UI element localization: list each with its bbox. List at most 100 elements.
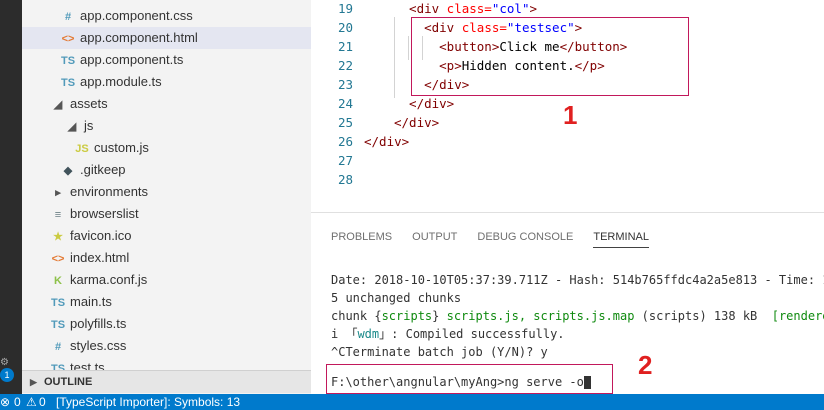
sidebar-item-label: app.module.ts: [80, 74, 162, 89]
sidebar-item[interactable]: TS polyfills.ts: [22, 313, 311, 335]
javascript-icon: JS: [75, 143, 89, 155]
html-icon: <>: [51, 253, 65, 265]
error-icon[interactable]: ⊗: [0, 394, 10, 410]
code-content: </div>: [394, 96, 455, 111]
terminal-text: (scripts) 138 kB: [634, 309, 772, 323]
karma-icon: K: [54, 275, 62, 287]
sidebar-item[interactable]: ◢ js: [22, 115, 311, 137]
sidebar-item-label: app.component.html: [80, 30, 198, 45]
code-line: 26 </div>: [311, 132, 824, 151]
sidebar-item-label: favicon.ico: [70, 228, 132, 243]
sidebar-item-label: main.ts: [70, 294, 112, 309]
sidebar-item-label: polyfills.ts: [70, 316, 127, 331]
tab-output[interactable]: OUTPUT: [412, 231, 457, 247]
code-content: </div>: [394, 115, 440, 130]
terminal-text: [rendered]: [771, 309, 824, 323]
typescript-icon: TS: [50, 297, 66, 309]
notification-badge: 1: [0, 368, 14, 382]
line-number: 23: [337, 77, 353, 92]
code-line: 19 <div class="col">: [311, 0, 824, 18]
status-bar: ⊗ 0 ⚠ 0 [TypeScript Importer]: Symbols: …: [0, 394, 824, 410]
indent-guide: [408, 36, 409, 60]
sidebar-item-label: environments: [70, 184, 149, 199]
terminal-text: wdm: [357, 327, 380, 341]
sidebar-item[interactable]: <> app.component.html: [22, 27, 311, 49]
sidebar-item[interactable]: <> index.html: [22, 247, 311, 269]
sidebar-item[interactable]: # styles.css: [22, 335, 311, 357]
outline-section-header[interactable]: ▶ OUTLINE: [22, 370, 311, 393]
annotation-number-2: 2: [638, 350, 653, 380]
sidebar-item[interactable]: Kkarma.conf.js: [22, 269, 311, 291]
favicon-icon: ★: [53, 231, 63, 243]
sidebar-item-label: app.component.ts: [80, 52, 184, 67]
warning-count[interactable]: 0: [39, 394, 46, 410]
terminal-line: 5 unchanged chunks: [331, 291, 462, 305]
code-line: 27: [311, 151, 824, 170]
explorer-sidebar: # app.component.css <> app.component.html TS…: [22, 0, 311, 394]
git-icon: ◆: [63, 165, 73, 177]
terminal-line: chunk {scripts} scripts.js, scripts.js.m…: [331, 307, 824, 325]
terminal-line: Date: 2018-10-10T05:37:39.711Z - Hash: 5…: [331, 273, 824, 287]
code-line: 28: [311, 170, 824, 189]
sidebar-item-label: custom.js: [94, 140, 149, 155]
terminal-line: i 「wdm」: Compiled successfully.: [331, 325, 565, 343]
sidebar-item[interactable]: ◢ assets: [22, 93, 311, 115]
typescript-icon: TS: [60, 55, 76, 67]
line-number: 26: [337, 134, 353, 149]
tab-problems[interactable]: PROBLEMS: [331, 231, 392, 247]
chevron-right-icon: ▶: [30, 377, 37, 387]
panel-tabs: PROBLEMS OUTPUT DEBUG CONSOLE TERMINAL: [331, 225, 669, 248]
code-content: </div>: [364, 134, 410, 149]
sidebar-item-label: styles.css: [70, 338, 127, 353]
sidebar-item-label: index.html: [70, 250, 130, 265]
tab-debug-console[interactable]: DEBUG CONSOLE: [477, 231, 573, 247]
indent-guide: [394, 17, 395, 98]
line-number: 22: [337, 58, 353, 73]
sidebar-item[interactable]: # app.component.css: [22, 5, 311, 27]
extensions-icon[interactable]: ⚙: [0, 357, 10, 368]
typescript-icon: TS: [60, 77, 76, 89]
css-icon: #: [54, 341, 62, 353]
html-icon: <>: [61, 33, 75, 45]
terminal-text: i 「: [331, 327, 358, 341]
sidebar-item-label: app.component.css: [80, 8, 193, 23]
line-number: 21: [337, 39, 353, 54]
highlight-box-code: [411, 17, 689, 96]
sidebar-item-label: browserslist: [70, 206, 139, 221]
terminal-line: ^CTerminate batch job (Y/N)? y: [331, 345, 548, 359]
sidebar-item[interactable]: ≡ browserslist: [22, 203, 311, 225]
warning-icon[interactable]: ⚠: [26, 394, 37, 410]
typescript-icon: TS: [50, 319, 66, 331]
tab-terminal[interactable]: TERMINAL: [593, 231, 649, 248]
terminal-text: 」: Compiled successfully.: [379, 327, 565, 341]
sidebar-item-label: js: [84, 118, 94, 133]
sidebar-item[interactable]: ★ favicon.ico: [22, 225, 311, 247]
typescript-importer-status[interactable]: [TypeScript Importer]: Symbols: 13: [56, 394, 240, 410]
folder-expanded-icon: ◢: [67, 121, 77, 133]
sidebar-item[interactable]: TS app.module.ts: [22, 71, 311, 93]
file-icon: ≡: [54, 209, 62, 221]
terminal-text: chunk {: [331, 309, 382, 323]
line-number: 19: [337, 1, 353, 16]
activity-bar: ⚙ 1: [0, 0, 22, 394]
terminal-text: scripts: [381, 309, 433, 323]
code-content: <div class="col">: [394, 1, 538, 16]
folder-expanded-icon: ◢: [53, 99, 63, 111]
sidebar-item[interactable]: JS custom.js: [22, 137, 311, 159]
sidebar-item[interactable]: ▸ environments: [22, 181, 311, 203]
sidebar-item-label: karma.conf.js: [70, 272, 148, 287]
sidebar-item[interactable]: ◆ .gitkeep: [22, 159, 311, 181]
annotation-number-1: 1: [563, 100, 578, 130]
line-number: 24: [337, 96, 353, 111]
sidebar-item-label: assets: [70, 96, 108, 111]
highlight-box-terminal: [326, 364, 613, 394]
css-icon: #: [64, 11, 72, 23]
terminal-text: }: [432, 309, 447, 323]
sidebar-item[interactable]: TS main.ts: [22, 291, 311, 313]
error-count[interactable]: 0: [14, 394, 21, 410]
line-number: 28: [337, 172, 353, 187]
sidebar-item-label: .gitkeep: [80, 162, 126, 177]
outline-label: OUTLINE: [44, 376, 93, 388]
sidebar-item[interactable]: TS app.component.ts: [22, 49, 311, 71]
line-number: 25: [337, 115, 353, 130]
